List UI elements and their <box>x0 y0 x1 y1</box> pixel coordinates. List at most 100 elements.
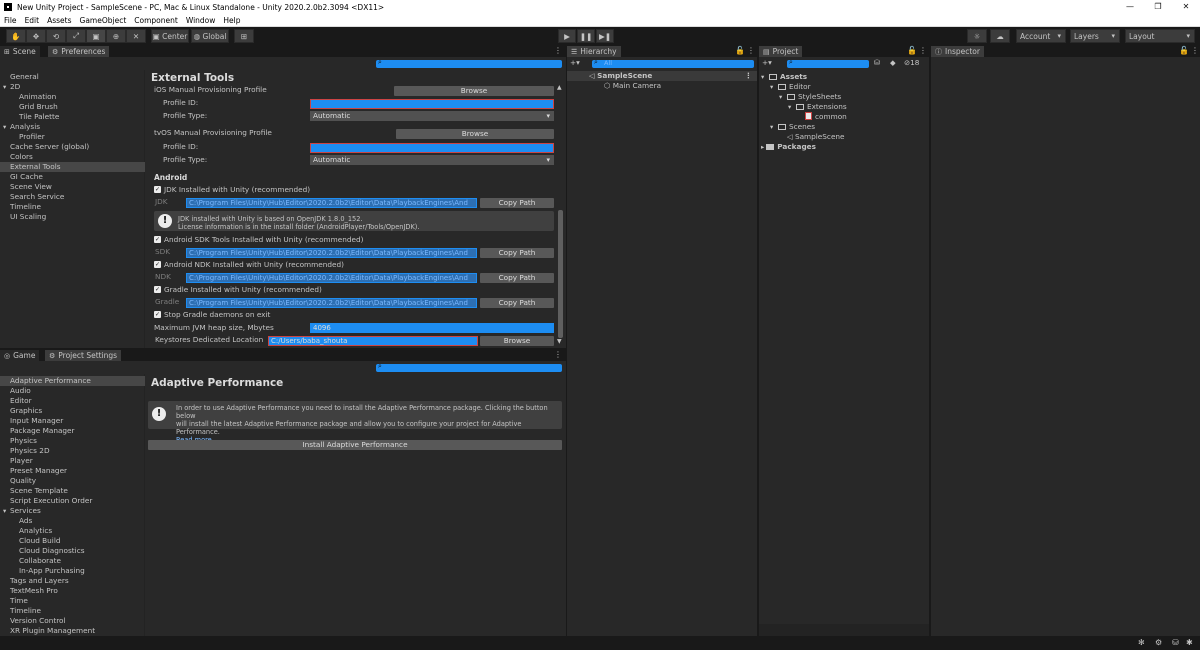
minimize-button[interactable]: — <box>1116 0 1144 14</box>
project-scenes-folder[interactable]: Scenes <box>770 122 815 132</box>
sdk-checkbox[interactable]: ✓ <box>154 236 161 243</box>
layout-dropdown[interactable]: Layout <box>1125 29 1195 43</box>
chevron-down-icon[interactable]: ▾ <box>3 82 6 92</box>
category-item[interactable]: Scene Template <box>0 486 145 496</box>
tab-project[interactable]: ▤ Project <box>759 46 803 57</box>
tvos-browse-button[interactable]: Browse <box>396 129 554 139</box>
account-dropdown[interactable]: Account <box>1016 29 1066 43</box>
kebab-menu-icon[interactable]: ⋮ <box>554 350 562 359</box>
jdk-checkbox[interactable]: ✓ <box>154 186 161 193</box>
pivot-center-button[interactable]: ▣ Center <box>151 29 189 43</box>
collab-icon[interactable]: ☼ <box>967 29 987 43</box>
scroll-up-icon[interactable]: ▲ <box>557 83 562 93</box>
hierarchy-search-input[interactable]: All <box>592 58 754 68</box>
project-search-input[interactable] <box>787 58 869 68</box>
category-item[interactable]: Profiler <box>0 132 145 142</box>
category-item[interactable]: In-App Purchasing <box>0 566 145 576</box>
project-extensions-folder[interactable]: Extensions <box>788 102 847 112</box>
category-item[interactable]: Time <box>0 596 145 606</box>
category-item[interactable]: Cloud Build <box>0 536 145 546</box>
gradle-copy-path-button[interactable]: Copy Path <box>480 298 554 308</box>
category-item[interactable]: Ads <box>0 516 145 526</box>
hand-tool-icon[interactable]: ✋ <box>6 29 26 43</box>
menu-help[interactable]: Help <box>223 16 240 25</box>
tab-hierarchy[interactable]: ☰ Hierarchy <box>567 46 621 57</box>
category-item[interactable]: Animation <box>0 92 145 102</box>
category-item[interactable]: XR Plugin Management <box>0 626 145 636</box>
category-item[interactable]: Scene View <box>0 182 145 192</box>
pivot-global-button[interactable]: ◍ Global <box>191 29 229 43</box>
tab-game[interactable]: ◎ Game <box>0 350 40 361</box>
filter-type-icon[interactable]: ⛁ <box>874 58 880 68</box>
category-item[interactable]: Timeline <box>0 202 145 212</box>
debug-icon[interactable]: ✻ <box>1138 638 1145 647</box>
scene-kebab-icon[interactable]: ⋮ <box>745 71 752 81</box>
stop-gradle-checkbox[interactable]: ✓ <box>154 311 161 318</box>
category-item[interactable]: Editor <box>0 396 145 406</box>
ios-profile-id-field[interactable] <box>310 99 554 109</box>
play-button[interactable]: ▶ <box>558 29 576 43</box>
category-item[interactable]: Colors <box>0 152 145 162</box>
tab-project-settings[interactable]: ⚙ Project Settings <box>45 350 122 361</box>
sdk-copy-path-button[interactable]: Copy Path <box>480 248 554 258</box>
install-adaptive-performance-button[interactable]: Install Adaptive Performance <box>148 440 562 450</box>
grid-snap-icon[interactable]: ⊞ <box>234 29 254 43</box>
lighting-icon[interactable]: ✱ <box>1186 638 1193 647</box>
project-add-button[interactable]: +▾ <box>762 58 772 68</box>
category-item[interactable]: Preset Manager <box>0 466 145 476</box>
tab-preferences[interactable]: ⚙ Preferences <box>48 46 110 57</box>
category-item[interactable]: General <box>0 72 145 82</box>
menu-component[interactable]: Component <box>134 16 178 25</box>
category-item[interactable]: Tile Palette <box>0 112 145 122</box>
category-item[interactable]: TextMesh Pro <box>0 586 145 596</box>
pause-button[interactable]: ❚❚ <box>577 29 595 43</box>
cloud-icon[interactable]: ☁ <box>990 29 1010 43</box>
category-item[interactable]: Timeline <box>0 606 145 616</box>
lock-icon[interactable]: 🔓 <box>735 46 745 55</box>
category-item[interactable]: ▾ Analysis <box>0 122 145 132</box>
ios-profile-type-dropdown[interactable]: Automatic <box>310 111 554 121</box>
menu-window[interactable]: Window <box>186 16 216 25</box>
category-item[interactable]: Grid Brush <box>0 102 145 112</box>
custom-tool-icon[interactable]: ✕ <box>126 29 146 43</box>
move-tool-icon[interactable]: ✥ <box>26 29 46 43</box>
project-assets-folder[interactable]: Assets <box>761 72 807 82</box>
step-button[interactable]: ▶❚ <box>596 29 614 43</box>
lock-icon[interactable]: 🔓 <box>907 46 917 55</box>
project-editor-folder[interactable]: Editor <box>770 82 811 92</box>
filter-label-icon[interactable]: ◆ <box>890 58 896 68</box>
project-common-file[interactable]: common <box>805 112 847 122</box>
project-stylesheets-folder[interactable]: StyleSheets <box>779 92 841 102</box>
hierarchy-camera-item[interactable]: ⬡ Main Camera <box>604 81 661 91</box>
maximize-button[interactable]: ❐ <box>1144 0 1172 14</box>
category-item[interactable]: External Tools <box>0 162 145 172</box>
gradle-checkbox[interactable]: ✓ <box>154 286 161 293</box>
chevron-down-icon[interactable]: ▾ <box>3 506 6 516</box>
hierarchy-add-button[interactable]: +▾ <box>570 58 580 68</box>
category-item[interactable]: ▾ 2D <box>0 82 145 92</box>
layers-dropdown[interactable]: Layers <box>1070 29 1120 43</box>
category-item[interactable]: Cache Server (global) <box>0 142 145 152</box>
project-packages-folder[interactable]: ▸ Packages <box>761 142 816 152</box>
category-item[interactable]: Analytics <box>0 526 145 536</box>
category-item[interactable]: Quality <box>0 476 145 486</box>
rect-tool-icon[interactable]: ▣ <box>86 29 106 43</box>
menu-edit[interactable]: Edit <box>25 16 40 25</box>
progress-icon[interactable]: ⚙ <box>1155 638 1162 647</box>
tab-inspector[interactable]: ⓘ Inspector <box>931 46 984 57</box>
category-item[interactable]: Player <box>0 456 145 466</box>
kebab-menu-icon[interactable]: ⋮ <box>1191 46 1199 55</box>
category-item[interactable]: UI Scaling <box>0 212 145 222</box>
menu-file[interactable]: File <box>4 16 17 25</box>
category-item[interactable]: Cloud Diagnostics <box>0 546 145 556</box>
ndk-copy-path-button[interactable]: Copy Path <box>480 273 554 283</box>
category-item[interactable]: Graphics <box>0 406 145 416</box>
category-item[interactable]: Tags and Layers <box>0 576 145 586</box>
preferences-search-input[interactable] <box>376 58 562 68</box>
tab-scene[interactable]: ⊞ Scene <box>0 46 40 57</box>
kebab-menu-icon[interactable]: ⋮ <box>747 46 755 55</box>
preferences-scrollbar[interactable] <box>558 210 563 338</box>
lock-icon[interactable]: 🔓 <box>1179 46 1189 55</box>
transform-tool-icon[interactable]: ⊕ <box>106 29 126 43</box>
category-item[interactable]: Physics <box>0 436 145 446</box>
